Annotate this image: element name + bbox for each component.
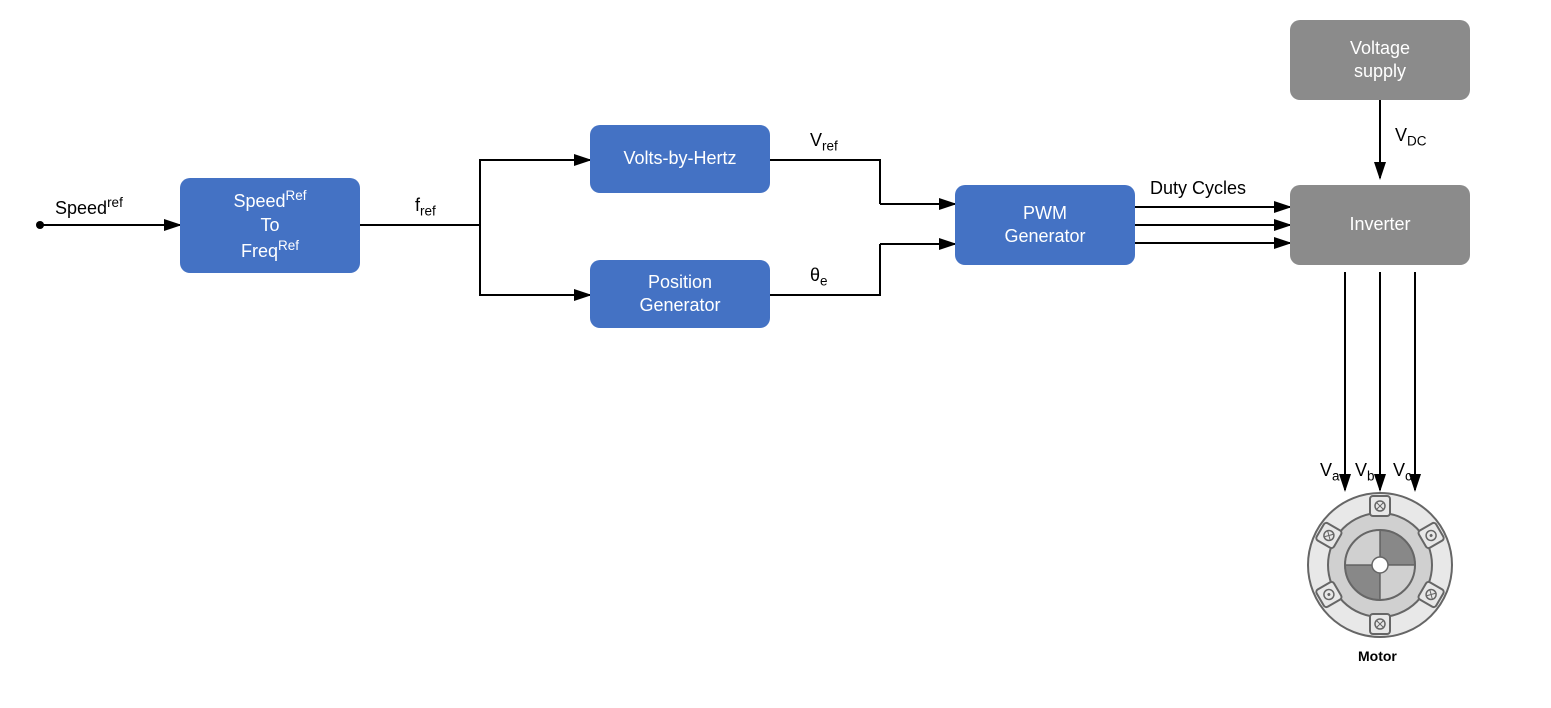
block-pwm-generator: PWM Generator xyxy=(955,185,1135,265)
block-volts-by-hertz: Volts-by-Hertz xyxy=(590,125,770,193)
label-duty-cycles: Duty Cycles xyxy=(1150,178,1246,199)
block-speed-to-freq: SpeedRef To FreqRef xyxy=(180,178,360,273)
label-f-ref: fref xyxy=(415,195,436,219)
block-position-generator: Position Generator xyxy=(590,260,770,328)
label-v-ref: Vref xyxy=(810,130,838,154)
label-v-dc: VDC xyxy=(1395,125,1427,149)
label-v-b: Vb xyxy=(1355,460,1375,484)
motor-label: Motor xyxy=(1358,648,1397,664)
block-voltage-supply: Voltage supply xyxy=(1290,20,1470,100)
block-inverter: Inverter xyxy=(1290,185,1470,265)
label-v-c: Vc xyxy=(1393,460,1412,484)
label-theta-e: θe xyxy=(810,265,828,289)
motor-icon xyxy=(1305,490,1455,640)
label-speed-ref: Speedref xyxy=(55,195,123,219)
label-v-a: Va xyxy=(1320,460,1340,484)
